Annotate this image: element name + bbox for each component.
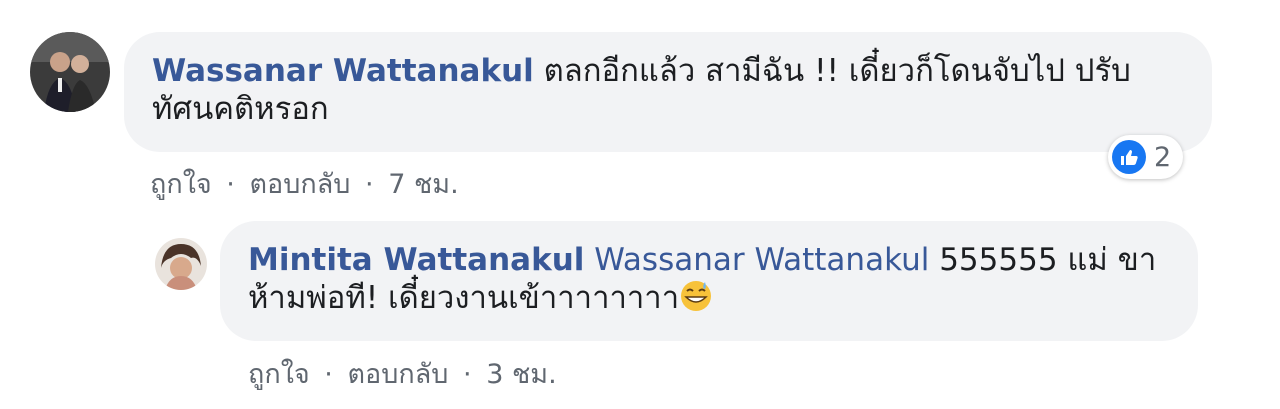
- separator: ·: [463, 359, 472, 390]
- cropped-fragment: [255, 0, 269, 4]
- reaction-summary[interactable]: 2: [1108, 135, 1184, 179]
- comment-actions: ถูกใจ · ตอบกลับ · 7 ชม.: [150, 162, 459, 205]
- comment-bubble: Wassanar Wattanakul ตลกอีกแล้ว สามีฉัน !…: [124, 32, 1212, 152]
- comment-bubble: Mintita Wattanakul Wassanar Wattanakul 5…: [220, 221, 1198, 341]
- comment-actions: ถูกใจ · ตอบกลับ · 3 ชม.: [248, 352, 557, 395]
- separator: ·: [226, 169, 235, 200]
- comment-author[interactable]: Mintita Wattanakul: [248, 242, 584, 278]
- mention-link[interactable]: Wassanar Wattanakul: [594, 242, 929, 278]
- like-button[interactable]: ถูกใจ: [150, 169, 212, 200]
- like-button[interactable]: ถูกใจ: [248, 359, 310, 390]
- reply-button[interactable]: ตอบกลับ: [249, 169, 350, 200]
- avatar[interactable]: [30, 32, 110, 112]
- comment-timestamp[interactable]: 7 ชม.: [388, 169, 458, 200]
- grinning-sweat-emoji: [679, 279, 713, 313]
- separator: ·: [365, 169, 374, 200]
- reaction-count: 2: [1154, 141, 1172, 173]
- separator: ·: [324, 359, 333, 390]
- reply-button[interactable]: ตอบกลับ: [347, 359, 448, 390]
- comment-author[interactable]: Wassanar Wattanakul: [152, 53, 534, 89]
- comment-timestamp[interactable]: 3 ชม.: [486, 359, 556, 390]
- like-icon: [1112, 140, 1146, 174]
- avatar[interactable]: [155, 238, 207, 290]
